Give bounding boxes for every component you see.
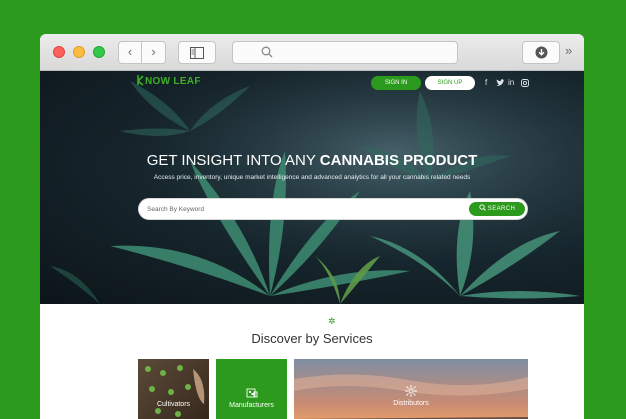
services-heading: Discover by Services <box>251 331 373 346</box>
sign-up-button[interactable]: SIGN UP <box>425 76 475 90</box>
service-label-cultivators: Cultivators <box>156 401 191 408</box>
zoom-window-button[interactable] <box>93 46 105 58</box>
logo-leaf-icon <box>137 75 144 86</box>
linkedin-icon[interactable]: in <box>508 79 514 87</box>
cannabis-leaf-icon: ✲ <box>328 316 336 326</box>
service-label-distributors: Distributors <box>393 400 429 407</box>
hero-title: GET INSIGHT INTO ANY CANNABIS PRODUCT <box>40 152 584 169</box>
overflow-chevron-icon[interactable]: » <box>565 43 572 58</box>
search-button[interactable]: SEARCH <box>469 202 525 216</box>
back-button[interactable]: ‹ <box>118 41 142 64</box>
sidebar-icon <box>190 47 204 59</box>
hero-title-bold: CANNABIS PRODUCT <box>319 152 478 169</box>
search-icon <box>479 204 486 211</box>
forward-button[interactable]: › <box>142 41 166 64</box>
service-label-manufacturers: Manufacturers <box>229 402 274 409</box>
service-card-distributors[interactable]: Distributors <box>294 359 528 419</box>
hero-subtitle: Access price, inventory, unique market i… <box>153 174 471 181</box>
cultivators-photo <box>145 365 205 417</box>
network-icon <box>405 385 417 397</box>
search-input[interactable] <box>147 202 467 216</box>
logo-text: NOW LEAF <box>145 76 201 87</box>
hero-overlay <box>40 71 584 304</box>
sign-in-button[interactable]: SIGN IN <box>371 76 421 90</box>
close-window-button[interactable] <box>53 46 65 58</box>
chevron-right-icon: › <box>151 44 156 59</box>
search-bar: SEARCH <box>138 198 528 220</box>
browser-window: ‹ › » NOW LEAF SIGN IN SIGN UP f in GET … <box>40 34 584 419</box>
browser-toolbar: ‹ › » <box>40 34 584 71</box>
download-icon <box>535 46 547 59</box>
download-button[interactable] <box>522 41 560 64</box>
minimize-window-button[interactable] <box>73 46 85 58</box>
facebook-icon[interactable]: f <box>485 79 487 87</box>
search-button-label: SEARCH <box>487 206 516 212</box>
sidebar-toggle-button[interactable] <box>178 41 216 64</box>
hero-title-light: GET INSIGHT INTO ANY <box>146 152 320 169</box>
address-bar[interactable] <box>232 41 458 64</box>
service-card-manufacturers[interactable]: Manufacturers <box>216 359 287 419</box>
twitter-icon[interactable] <box>496 79 505 89</box>
search-icon <box>261 46 273 58</box>
chevron-left-icon: ‹ <box>127 44 133 59</box>
instagram-icon[interactable] <box>521 79 529 89</box>
factory-icon <box>246 388 257 398</box>
hero-section <box>40 71 584 304</box>
service-card-cultivators[interactable]: Cultivators <box>138 359 209 419</box>
brand-logo[interactable]: NOW LEAF <box>145 76 201 87</box>
